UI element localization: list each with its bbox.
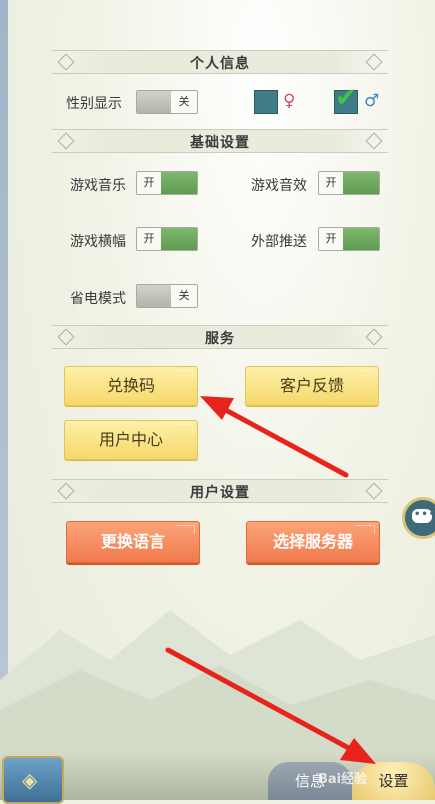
annotation-arrows xyxy=(165,396,376,764)
arrow-to-settings xyxy=(165,647,376,764)
arrow-to-redeem xyxy=(200,396,349,478)
